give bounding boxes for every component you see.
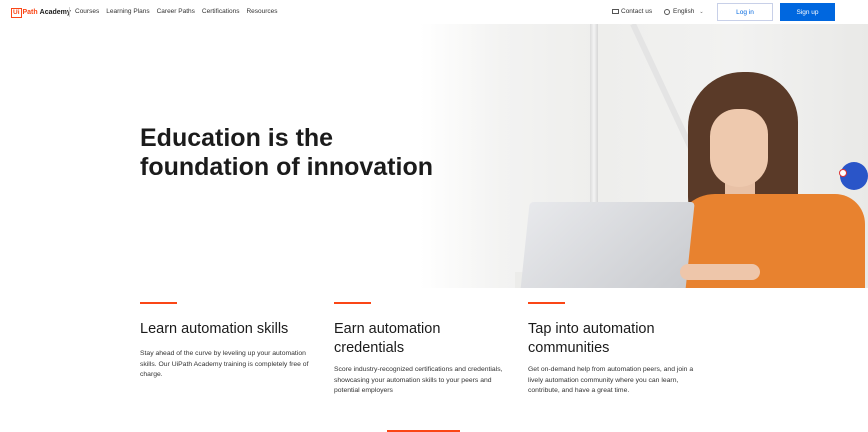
feature-accent-bar: [528, 302, 565, 304]
feature-description: Score industry-recognized certifications…: [334, 366, 503, 394]
feature-description: Stay ahead of the curve by leveling up y…: [140, 350, 309, 378]
toy-eye: [839, 169, 847, 177]
hero-title-line1: Education is the: [140, 124, 334, 152]
logo-path-text: Path: [22, 9, 38, 16]
signup-button[interactable]: Sign up: [780, 3, 835, 21]
globe-icon: [664, 8, 670, 15]
feature-tap: Tap into automation communities Get on-d…: [528, 302, 708, 397]
feature-title: Tap into automation communities: [528, 321, 655, 356]
feature-accent-bar: [140, 302, 177, 304]
logo-divider: [69, 7, 70, 17]
feature-description: Get on-demand help from automation peers…: [528, 366, 694, 394]
logo-mark: Ui: [11, 7, 22, 18]
hero-title-line2: foundation of innovation: [140, 153, 433, 181]
feature-accent-bar: [334, 302, 371, 304]
chevron-down-icon: ⌄: [699, 8, 704, 15]
feature-title: Learn automation skills: [140, 321, 289, 337]
hero-image: [420, 24, 868, 288]
language-label: English: [673, 8, 695, 15]
top-header: Ui Path Academy Courses Learning Plans C…: [0, 0, 868, 24]
nav-certifications[interactable]: Certifications: [202, 8, 240, 15]
nav-learning-plans[interactable]: Learning Plans: [106, 8, 149, 15]
mail-icon: [612, 9, 619, 14]
hero-title: Education is the foundation of innovatio…: [140, 124, 470, 182]
main-nav: Courses Learning Plans Career Paths Cert…: [75, 8, 278, 15]
feature-learn: Learn automation skills Stay ahead of th…: [140, 302, 320, 381]
laptop: [520, 202, 695, 288]
uipath-academy-logo[interactable]: Ui Path Academy: [11, 7, 71, 18]
logo-academy-text: Academy: [39, 9, 71, 16]
feature-title: Earn automation credentials: [334, 321, 441, 356]
contact-us-link[interactable]: Contact us: [612, 8, 652, 15]
nav-resources[interactable]: Resources: [246, 8, 277, 15]
language-selector[interactable]: English ⌄: [664, 8, 704, 15]
feature-earn: Earn automation credentials Score indust…: [334, 302, 514, 397]
person-hands: [680, 264, 760, 280]
login-button[interactable]: Log in: [717, 3, 773, 21]
nav-career-paths[interactable]: Career Paths: [157, 8, 195, 15]
person-face: [710, 109, 768, 187]
contact-us-label: Contact us: [621, 8, 653, 15]
nav-courses[interactable]: Courses: [75, 8, 99, 15]
